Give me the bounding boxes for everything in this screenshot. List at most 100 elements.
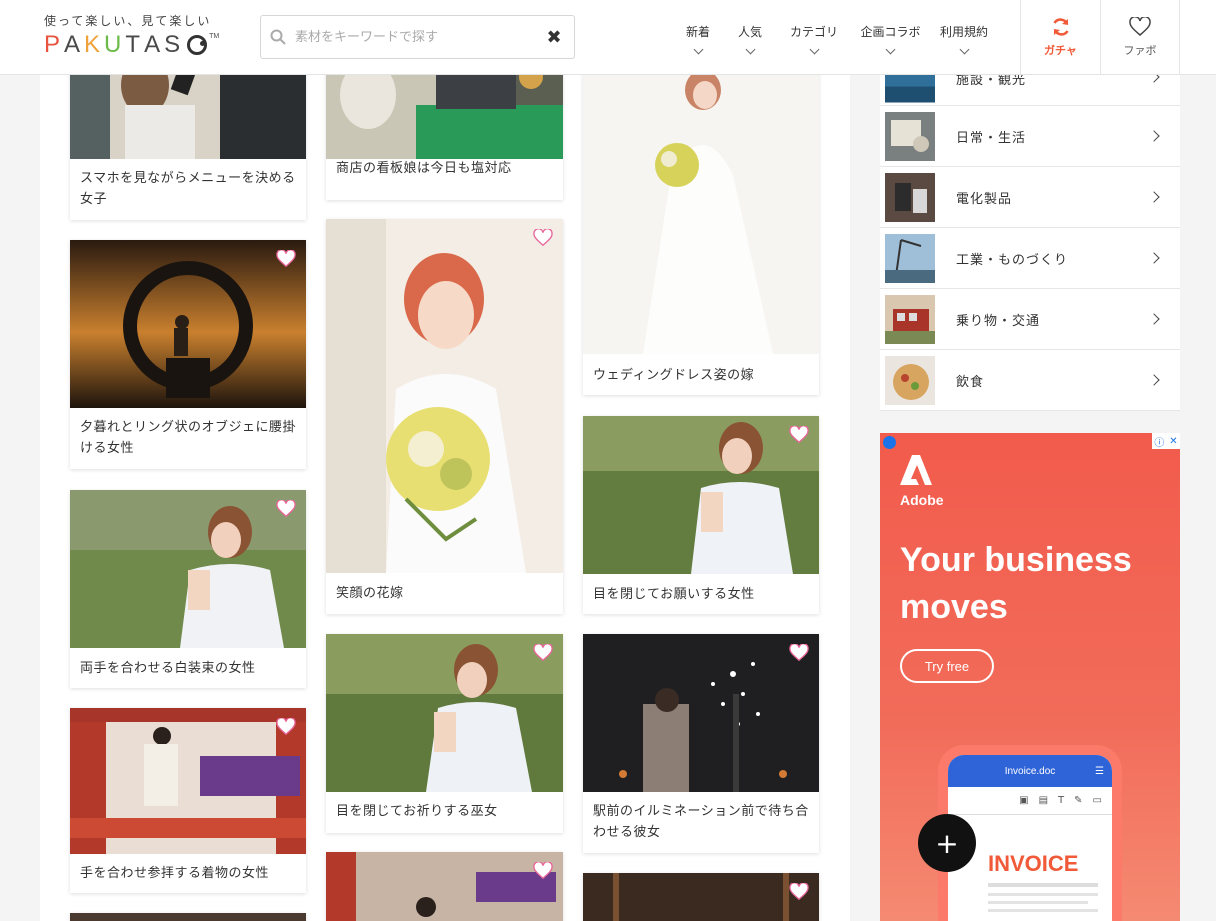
- photo-thumbnail: [583, 634, 819, 792]
- photo-card[interactable]: 笑顔の花嫁: [326, 219, 563, 614]
- photo-card[interactable]: 商店の看板娘は今日も塩対応: [326, 75, 563, 200]
- category-item-facilities[interactable]: 施設・観光: [880, 56, 1180, 106]
- chevron-down-icon: [693, 44, 703, 54]
- advertisement-banner[interactable]: ⓘ ✕ Adobe Your business moves Try free In…: [880, 433, 1180, 921]
- category-sidebar: 施設・観光 日常・生活 電化製品 工業・ものづくり 乗り物・交通 飲食: [880, 56, 1180, 411]
- menu-icon: ☰: [1095, 765, 1104, 777]
- favorite-heart-icon[interactable]: [789, 644, 809, 662]
- photo-card[interactable]: 目を閉じてお祈りする巫女: [326, 634, 563, 833]
- ad-badge-icon: [883, 436, 896, 449]
- chevron-down-icon: [885, 44, 896, 54]
- chevron-down-icon: [745, 44, 755, 54]
- site-logo[interactable]: P A K U T A S TM: [44, 31, 219, 59]
- photo-card[interactable]: ウェディングドレス姿の嫁: [583, 75, 819, 395]
- photo-card[interactable]: 手を合わせ参拝する着物の女性: [70, 708, 306, 893]
- photo-caption: 駅前のイルミネーション前で待ち合わせる彼女: [593, 804, 809, 840]
- clear-search-icon[interactable]: ✖: [534, 27, 574, 48]
- invoice-label: INVOICE: [988, 851, 1079, 876]
- search-box: ✖: [260, 15, 575, 59]
- chevron-right-icon: [1148, 252, 1160, 264]
- site-tagline: 使って楽しい、見て楽しい: [44, 14, 212, 28]
- category-thumbnail: [885, 234, 935, 283]
- chevron-right-icon: [1148, 313, 1160, 325]
- favorite-heart-icon[interactable]: [789, 426, 809, 444]
- category-item-vehicles[interactable]: 乗り物・交通: [880, 289, 1180, 350]
- category-thumbnail: [885, 173, 935, 222]
- nav-new[interactable]: 新着: [672, 0, 724, 75]
- photo-thumbnail: [583, 416, 819, 574]
- adobe-logo: Adobe: [900, 455, 944, 508]
- site-header: 使って楽しい、見て楽しい PAKUTASTM ✖ 新着 人気 カテゴリ 企画コラ…: [0, 0, 1216, 75]
- photo-card[interactable]: [70, 913, 306, 921]
- heart-outline-icon: [1129, 17, 1151, 36]
- favorite-heart-icon[interactable]: [276, 250, 296, 268]
- favorite-heart-icon[interactable]: [789, 883, 809, 901]
- image-icon: ▤: [1038, 795, 1049, 806]
- favorite-heart-icon[interactable]: [276, 500, 296, 518]
- photo-thumbnail: [70, 240, 306, 408]
- chevron-right-icon: [1148, 130, 1160, 142]
- category-thumbnail: [885, 356, 935, 405]
- favorite-heart-icon[interactable]: [533, 862, 553, 880]
- category-item-food[interactable]: 飲食: [880, 350, 1180, 411]
- category-thumbnail: [885, 112, 935, 161]
- category-item-daily-life[interactable]: 日常・生活: [880, 106, 1180, 167]
- photo-card[interactable]: 駅前のイルミネーション前で待ち合わせる彼女: [583, 634, 819, 853]
- photo-thumbnail: [326, 75, 563, 159]
- close-icon[interactable]: ✕: [1169, 436, 1177, 447]
- logo-ring-icon: [187, 35, 208, 55]
- nav-popular[interactable]: 人気: [724, 0, 776, 75]
- photo-caption: 商店の看板娘は今日も塩対応: [336, 161, 512, 176]
- photo-caption: 両手を合わせる白装束の女性: [80, 661, 256, 676]
- photo-thumbnail: [70, 490, 306, 648]
- photo-card[interactable]: [326, 852, 563, 921]
- search-input[interactable]: [295, 29, 534, 45]
- photo-card[interactable]: 両手を合わせる白装束の女性: [70, 490, 306, 688]
- photo-thumbnail: [326, 852, 563, 921]
- chevron-down-icon: [959, 44, 969, 54]
- photo-card[interactable]: スマホを見ながらメニューを決める女子: [70, 75, 306, 220]
- photo-caption: 手を合わせ参拝する着物の女性: [80, 866, 270, 881]
- photo-card[interactable]: 目を閉じてお願いする女性: [583, 416, 819, 614]
- nav-terms[interactable]: 利用規約: [929, 0, 999, 75]
- nav-category[interactable]: カテゴリ: [776, 0, 852, 75]
- photo-caption: スマホを見ながらメニューを決める女子: [80, 171, 296, 207]
- chevron-right-icon: [1148, 191, 1160, 203]
- ad-choices[interactable]: ⓘ ✕: [1152, 433, 1180, 449]
- camera-icon: ▣: [1019, 795, 1029, 806]
- favorite-heart-icon[interactable]: [533, 644, 553, 662]
- category-thumbnail: [885, 295, 935, 344]
- category-item-electronics[interactable]: 電化製品: [880, 167, 1180, 228]
- photo-thumbnail: [70, 75, 306, 159]
- chevron-down-icon: [809, 44, 819, 54]
- photo-caption: 笑顔の花嫁: [336, 586, 404, 601]
- doc-title: Invoice.doc ☰: [948, 755, 1112, 787]
- photo-thumbnail: [583, 75, 819, 354]
- search-icon[interactable]: [261, 29, 295, 45]
- ad-headline: Your business moves: [900, 541, 1132, 626]
- adobe-logo-icon: [900, 455, 932, 485]
- category-item-industry[interactable]: 工業・ものづくり: [880, 228, 1180, 289]
- comment-icon: ▭: [1092, 795, 1102, 806]
- info-icon[interactable]: ⓘ: [1154, 434, 1164, 449]
- gacha-button[interactable]: ガチャ: [1020, 0, 1100, 75]
- pen-icon: ✎: [1074, 795, 1083, 806]
- photo-thumbnail: [326, 634, 563, 792]
- try-free-button[interactable]: Try free: [900, 649, 994, 683]
- text-icon: T: [1058, 795, 1065, 806]
- nav-collab[interactable]: 企画コラボ: [852, 0, 929, 75]
- chevron-right-icon: [1148, 374, 1160, 386]
- photo-caption: ウェディングドレス姿の嫁: [593, 368, 755, 383]
- main-nav: 新着 人気 カテゴリ 企画コラボ 利用規約: [672, 0, 999, 75]
- add-button[interactable]: +: [918, 814, 976, 872]
- photo-card[interactable]: 夕暮れとリング状のオブジェに腰掛ける女性: [70, 240, 306, 469]
- favorites-button[interactable]: ファボ: [1100, 0, 1180, 75]
- doc-toolbar: ▣ ▤ T ✎ ▭: [948, 787, 1112, 815]
- favorite-heart-icon[interactable]: [276, 718, 296, 736]
- photo-caption: 目を閉じてお祈りする巫女: [336, 804, 498, 819]
- photo-thumbnail: [70, 913, 306, 921]
- photo-caption: 夕暮れとリング状のオブジェに腰掛ける女性: [80, 420, 297, 456]
- favorite-heart-icon[interactable]: [533, 229, 553, 247]
- photo-card[interactable]: [583, 873, 819, 921]
- photo-thumbnail: [583, 873, 819, 921]
